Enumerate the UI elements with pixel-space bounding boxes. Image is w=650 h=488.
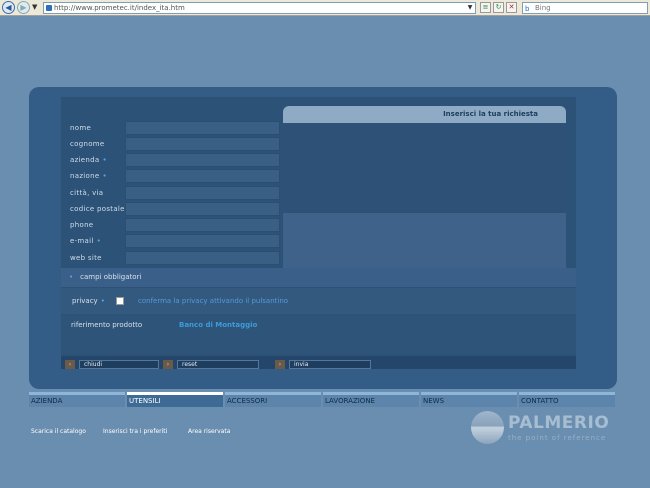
nome-input[interactable] [125, 121, 280, 135]
arrow-icon: › [65, 360, 75, 369]
field-azienda: azienda • [67, 153, 281, 168]
refresh-button[interactable]: ↻ [493, 2, 504, 13]
footer-link-area-riservata[interactable]: Area riservata [188, 428, 230, 435]
logo-name: PALMERIO [508, 413, 610, 433]
reference-value: Banco di Montaggio [179, 321, 258, 329]
arrow-icon: › [275, 360, 285, 369]
privacy-label: privacy [72, 297, 98, 305]
address-url: http://www.prometec.it/index_ita.htm [54, 4, 185, 12]
required-dot: • [102, 172, 107, 180]
request-panel: Inserisci la tua richiesta [283, 106, 566, 268]
request-panel-lower [283, 213, 566, 268]
field-label: web site [70, 254, 102, 262]
logo-emblem-icon [471, 411, 504, 444]
nav-item-lavorazione[interactable]: LAVORAZIONE [323, 392, 419, 407]
forward-button[interactable]: ▶ [17, 1, 30, 14]
main-nav: AZIENDA UTENSILI ACCESSORI LAVORAZIONE N… [29, 392, 617, 407]
required-dot: • [102, 156, 107, 164]
footer-link-catalogo[interactable]: Scarica il catalogo [31, 428, 86, 435]
field-codice-postale: codice postale [67, 202, 281, 217]
reference-row: riferimento prodotto Banco di Montaggio [61, 315, 576, 354]
stop-button[interactable]: ✕ [506, 2, 517, 13]
field-phone: phone [67, 218, 281, 233]
field-label: e-mail [70, 237, 94, 245]
codice-postale-input[interactable] [125, 202, 280, 216]
web-site-input[interactable] [125, 251, 280, 265]
nav-item-azienda[interactable]: AZIENDA [29, 392, 125, 407]
field-label: città, via [70, 189, 104, 197]
browser-toolbar: ◀ ▶ ▼ http://www.prometec.it/index_ita.h… [0, 0, 650, 16]
arrow-icon: › [163, 360, 173, 369]
field-label: codice postale [70, 205, 125, 213]
request-textarea[interactable] [283, 123, 566, 213]
field-nazione: nazione • [67, 169, 281, 184]
required-note-row: • campi obbligatori [61, 268, 576, 287]
privacy-row: privacy • conferma la privacy attivando i… [61, 288, 576, 314]
nazione-input[interactable] [125, 169, 280, 183]
field-cognome: cognome [67, 137, 281, 152]
button-label: reset [177, 360, 259, 369]
citta-input[interactable] [125, 186, 280, 200]
privacy-checkbox[interactable] [116, 297, 124, 305]
required-dot: • [69, 273, 74, 281]
field-label: azienda [70, 156, 100, 164]
search-placeholder: Bing [535, 4, 551, 12]
request-panel-title: Inserisci la tua richiesta [283, 106, 566, 123]
required-dot: • [100, 297, 105, 305]
field-label: phone [70, 221, 94, 229]
button-label: invia [289, 360, 371, 369]
phone-input[interactable] [125, 218, 280, 232]
azienda-input[interactable] [125, 153, 280, 167]
nav-item-utensili[interactable]: UTENSILI [127, 392, 223, 407]
privacy-note: conferma la privacy attivando il pulsant… [138, 297, 289, 305]
footer-link-preferiti[interactable]: Inserisci tra i preferiti [103, 428, 167, 435]
field-label: nazione [70, 172, 100, 180]
field-nome: nome [67, 121, 281, 136]
email-input[interactable] [125, 234, 280, 248]
compat-view-button[interactable]: ≡ [480, 2, 491, 13]
required-note: campi obbligatori [80, 273, 142, 281]
field-label: nome [70, 124, 92, 132]
field-email: e-mail • [67, 234, 281, 249]
address-bar[interactable]: http://www.prometec.it/index_ita.htm ▼ [43, 2, 476, 14]
page-icon [46, 5, 52, 11]
field-web-site: web site [67, 251, 281, 266]
palmerio-logo: PALMERIO the point of reference [470, 409, 620, 445]
field-citta: città, via [67, 186, 281, 201]
address-dropdown-icon[interactable]: ▼ [466, 4, 474, 12]
cognome-input[interactable] [125, 137, 280, 151]
bing-icon: b [525, 5, 530, 13]
history-dropdown-icon[interactable]: ▼ [32, 3, 37, 11]
logo-tagline: the point of reference [508, 434, 607, 442]
nav-item-accessori[interactable]: ACCESSORI [225, 392, 321, 407]
button-label: chiudi [79, 360, 159, 369]
search-input[interactable]: b Bing [522, 2, 648, 14]
field-label: cognome [70, 140, 105, 148]
reference-label: riferimento prodotto [71, 321, 143, 329]
back-button[interactable]: ◀ [2, 1, 15, 14]
required-dot: • [96, 237, 102, 245]
nav-item-news[interactable]: NEWS [421, 392, 517, 407]
nav-item-contatto[interactable]: CONTATTO [519, 392, 615, 407]
